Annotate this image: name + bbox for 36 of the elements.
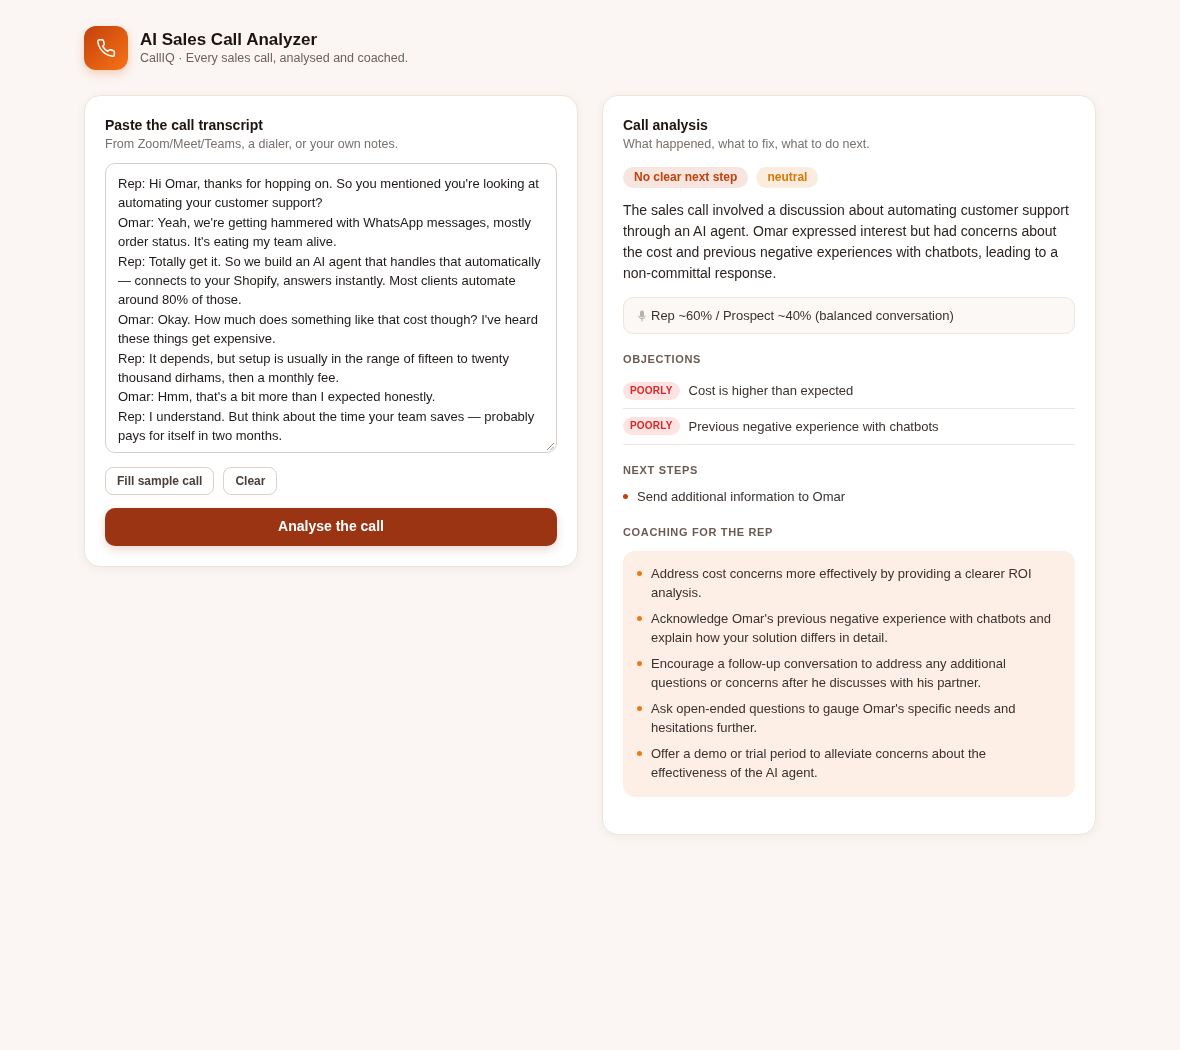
secondary-button[interactable]: Fill sample call	[105, 466, 215, 495]
bullet-dot-icon	[637, 660, 642, 666]
transcript-field[interactable]: Rep: Hi Omar, thanks for hopping on. So you mentioned you're looking at automating your customer support? Omar: Yeah, we're getting hammered with WhatsApp messages, mostly order status. It's eating my team alive. Rep: Totally get it. So we build an AI agent that handles that automatically — connects to your Shopify, answers instantly. Most clients automate around 80% of those. Omar: Okay. How much does something like that cost though? I've heard these things get expensive. Rep: It depends, but setup is usually in the range of fifteen to twenty thousand dirhams, then a monthly fee. Omar: Hmm, that's a bit more than I expected honestly. Rep: I understand. But think about the time your team saves — probably pays for itself in two months.	[105, 163, 557, 453]
coaching-tip: Address cost concerns more effectively by providing a clearer ROI analysis.	[651, 564, 1033, 602]
bullet-dot-icon	[637, 570, 642, 576]
bullet-dot-icon	[637, 705, 642, 711]
transcript-card-title: Paste the call transcript	[105, 116, 264, 134]
app-subtitle: CallIQ · Every sales call, analysed and coached.	[140, 49, 409, 67]
secondary-button[interactable]: Clear	[223, 466, 278, 495]
analyse-button[interactable]: Analyse the call	[105, 507, 557, 546]
app-title: AI Sales Call Analyzer	[140, 29, 318, 50]
analysis-card-subtitle: What happened, what to fix, what to do next.	[623, 136, 871, 153]
bullet-dot-icon	[637, 615, 642, 621]
handling-badge: POORLY	[623, 417, 680, 436]
coaching-tip: Ask open-ended questions to gauge Omar's specific needs and hesitations further.	[651, 699, 1017, 737]
microphone-icon	[638, 309, 646, 322]
bullet-dot-icon	[637, 750, 642, 756]
handling-badge: POORLY	[623, 381, 680, 400]
coaching-tip: Offer a demo or trial period to alleviate concerns about the effectiveness of the AI agent.	[651, 744, 988, 782]
status-tag: neutral	[756, 167, 819, 188]
objection-text: Previous negative experience with chatbots	[688, 417, 939, 436]
coaching-tip: Acknowledge Omar's previous negative experience with chatbots and explain how your solution differs in detail.	[651, 609, 1052, 647]
next-step-text: Send additional information to Omar	[637, 488, 846, 506]
analysis-card-title: Call analysis	[623, 116, 709, 134]
status-tag: No clear next step	[623, 167, 749, 188]
transcript-card-subtitle: From Zoom/Meet/Teams, a dialer, or your own notes.	[105, 136, 400, 153]
call-summary: The sales call involved a discussion about automating customer support through an AI agent. Omar expressed interest but had concerns about the cost and previous negative experiences with chatbots, leading to a non-committal response.	[623, 201, 1070, 283]
talk-ratio-text: Rep ~60% / Prospect ~40% (balanced conversation)	[651, 306, 954, 325]
section-heading: OBJECTIONS	[623, 352, 703, 367]
bullet-dot-icon	[623, 494, 628, 499]
resize-handle-icon[interactable]	[547, 442, 554, 450]
phone-icon	[96, 38, 116, 58]
section-heading: COACHING FOR THE REP	[623, 525, 775, 540]
objection-text: Cost is higher than expected	[688, 382, 854, 400]
coaching-tip: Encourage a follow-up conversation to address any additional questions or concerns after he discusses with his partner.	[651, 654, 1007, 692]
section-heading: NEXT STEPS	[623, 462, 700, 478]
